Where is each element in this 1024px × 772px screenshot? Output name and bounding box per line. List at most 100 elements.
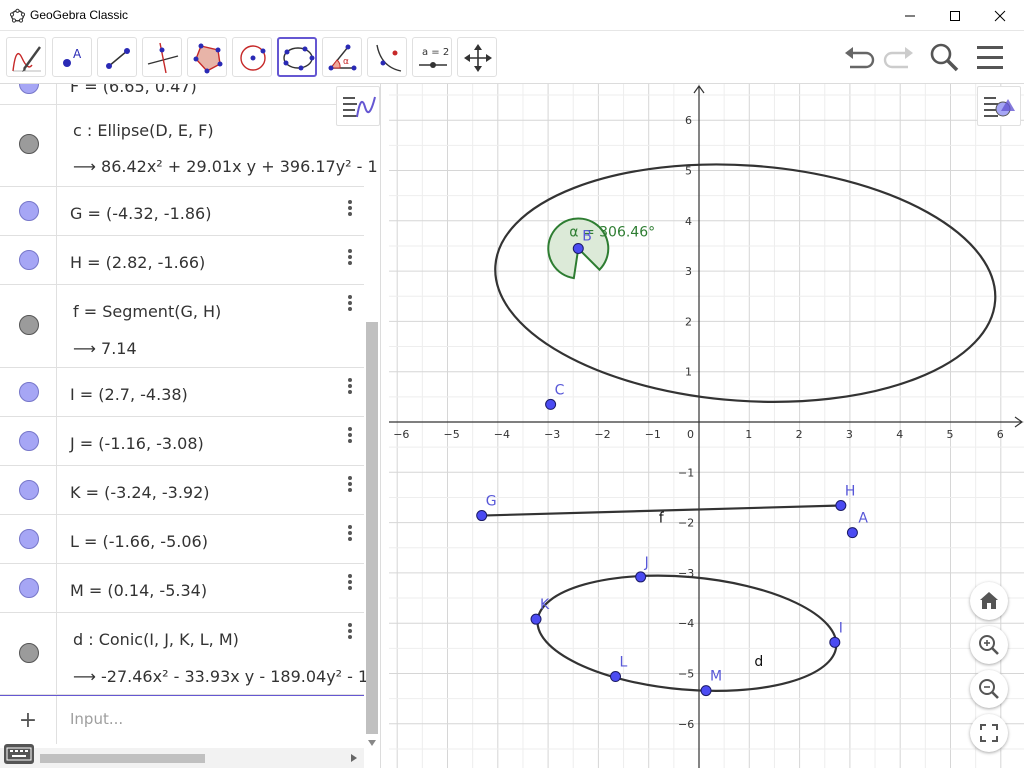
point-C[interactable] xyxy=(545,398,557,410)
x-tick-label: 6 xyxy=(997,428,1004,441)
algebra-row-f[interactable]: f = Segment(G, H) ⟶ 7.14 xyxy=(0,285,364,368)
x-tick-label: 3 xyxy=(846,428,853,441)
close-button[interactable] xyxy=(977,0,1023,31)
algebra-definition: J = (-1.16, -3.08) xyxy=(70,434,204,453)
more-options-icon[interactable] xyxy=(345,247,355,267)
zoom-out-icon xyxy=(979,679,999,699)
visibility-toggle[interactable] xyxy=(19,84,39,94)
main-menu-button[interactable] xyxy=(972,40,1008,76)
algebra-row-c[interactable]: c : Ellipse(D, E, F) ⟶ 86.42x² + 29.01x … xyxy=(0,105,378,187)
zoom-in-button[interactable] xyxy=(970,626,1008,664)
tool-circle[interactable] xyxy=(232,37,272,77)
more-options-icon[interactable] xyxy=(345,621,355,641)
algebra-row-I[interactable]: I = (2.7, -4.38) xyxy=(0,368,364,417)
x-tick-label: 5 xyxy=(947,428,954,441)
point-J[interactable] xyxy=(635,571,647,583)
point-K[interactable] xyxy=(530,613,542,625)
reflect-icon xyxy=(376,44,402,72)
point-I[interactable] xyxy=(829,636,841,648)
visibility-toggle[interactable] xyxy=(19,578,39,598)
x-tick-label: −6 xyxy=(393,428,409,441)
keyboard-button[interactable] xyxy=(4,744,34,764)
redo-button[interactable] xyxy=(880,40,916,76)
tool-point[interactable]: A xyxy=(52,37,92,77)
algebra-input-row[interactable]: + Input... xyxy=(0,695,364,744)
arrow-icon: ⟶ xyxy=(73,339,96,358)
conic-d[interactable] xyxy=(533,564,841,702)
point-label: I xyxy=(839,620,843,636)
tool-move-graphics[interactable] xyxy=(6,37,46,77)
algebra-row-partial[interactable]: F = (6.65, 0.47) xyxy=(0,84,364,105)
algebra-input-field[interactable]: Input... xyxy=(70,710,123,728)
tool-segment[interactable] xyxy=(97,37,137,77)
more-options-icon[interactable] xyxy=(345,293,355,313)
algebra-style-bar-button[interactable] xyxy=(336,86,380,126)
minimize-icon xyxy=(905,15,915,16)
y-tick-label: 1 xyxy=(685,366,692,379)
algebra-row-d[interactable]: d : Conic(I, J, K, L, M) ⟶ -27.46x² - 33… xyxy=(0,613,378,695)
undo-button[interactable] xyxy=(842,40,878,76)
search-button[interactable] xyxy=(926,40,962,76)
y-tick-label: −4 xyxy=(678,617,694,630)
horizontal-scrollbar-thumb[interactable] xyxy=(40,754,205,763)
x-tick-label: −2 xyxy=(594,428,610,441)
visibility-toggle[interactable] xyxy=(19,315,39,335)
conic-label: d xyxy=(754,654,763,670)
algebra-row-G[interactable]: G = (-4.32, -1.86) xyxy=(0,187,364,236)
graphics-canvas[interactable]: −6 −5 −4 −3 −2 −1 0 1 2 3 4 5 6654321−1−2−3−4−5−6α =… xyxy=(389,84,1024,768)
visibility-toggle[interactable] xyxy=(19,382,39,402)
point-A[interactable] xyxy=(846,527,858,539)
scroll-down-arrow-icon[interactable] xyxy=(366,734,378,748)
x-tick-label: 1 xyxy=(745,428,752,441)
maximize-button[interactable] xyxy=(932,0,978,31)
point-M[interactable] xyxy=(700,685,712,697)
row-marker xyxy=(0,466,57,514)
point-H[interactable] xyxy=(835,499,847,511)
more-options-icon[interactable] xyxy=(345,198,355,218)
graphics-style-bar-button[interactable] xyxy=(977,86,1021,126)
visibility-toggle[interactable] xyxy=(19,643,39,663)
algebra-row-J[interactable]: J = (-1.16, -3.08) xyxy=(0,417,364,466)
algebra-row-K[interactable]: K = (-3.24, -3.92) xyxy=(0,466,364,515)
algebra-row-L[interactable]: L = (-1.66, -5.06) xyxy=(0,515,364,564)
fullscreen-button[interactable] xyxy=(970,714,1008,752)
algebra-row-M[interactable]: M = (0.14, -5.34) xyxy=(0,564,364,613)
more-options-icon[interactable] xyxy=(345,376,355,396)
algebra-scrollbar-thumb[interactable] xyxy=(366,322,378,734)
home-icon xyxy=(980,592,998,609)
algebra-horizontal-scrollbar[interactable] xyxy=(0,748,364,768)
freehand-pen-icon xyxy=(12,46,41,72)
algebra-row-H[interactable]: H = (2.82, -1.66) xyxy=(0,236,364,285)
y-tick-label: −5 xyxy=(678,668,694,681)
visibility-toggle[interactable] xyxy=(19,431,39,451)
more-options-icon[interactable] xyxy=(345,425,355,445)
algebra-definition: H = (2.82, -1.66) xyxy=(70,253,206,272)
ellipse-c[interactable] xyxy=(487,148,1003,418)
tool-reflect[interactable] xyxy=(367,37,407,77)
minimize-button[interactable] xyxy=(887,0,933,31)
point-G[interactable] xyxy=(476,510,488,522)
standard-view-button[interactable] xyxy=(970,582,1008,620)
point-L[interactable] xyxy=(610,671,622,683)
add-icon[interactable]: + xyxy=(0,696,57,744)
zoom-out-button[interactable] xyxy=(970,670,1008,708)
tool-move[interactable] xyxy=(457,37,497,77)
visibility-toggle[interactable] xyxy=(19,134,39,154)
visibility-toggle[interactable] xyxy=(19,480,39,500)
more-options-icon[interactable] xyxy=(345,474,355,494)
graphics-view[interactable]: −6 −5 −4 −3 −2 −1 0 1 2 3 4 5 6 6 5 4 3 2 1 −1 −2 −3 −4 −5 −6 α =… xyxy=(389,84,1024,768)
visibility-toggle[interactable] xyxy=(19,250,39,270)
more-options-icon[interactable] xyxy=(345,523,355,543)
tool-perpendicular-line[interactable] xyxy=(142,37,182,77)
row-marker xyxy=(0,515,57,563)
tool-polygon[interactable] xyxy=(187,37,227,77)
tool-angle[interactable]: α xyxy=(322,37,362,77)
scroll-right-arrow-icon[interactable] xyxy=(350,753,358,763)
point-B[interactable] xyxy=(572,242,584,254)
more-options-icon[interactable] xyxy=(345,572,355,592)
tool-conic-five-points[interactable] xyxy=(277,37,317,77)
visibility-toggle[interactable] xyxy=(19,529,39,549)
tool-slider[interactable]: a = 2 xyxy=(412,37,452,77)
maximize-icon xyxy=(950,10,960,21)
visibility-toggle[interactable] xyxy=(19,201,39,221)
